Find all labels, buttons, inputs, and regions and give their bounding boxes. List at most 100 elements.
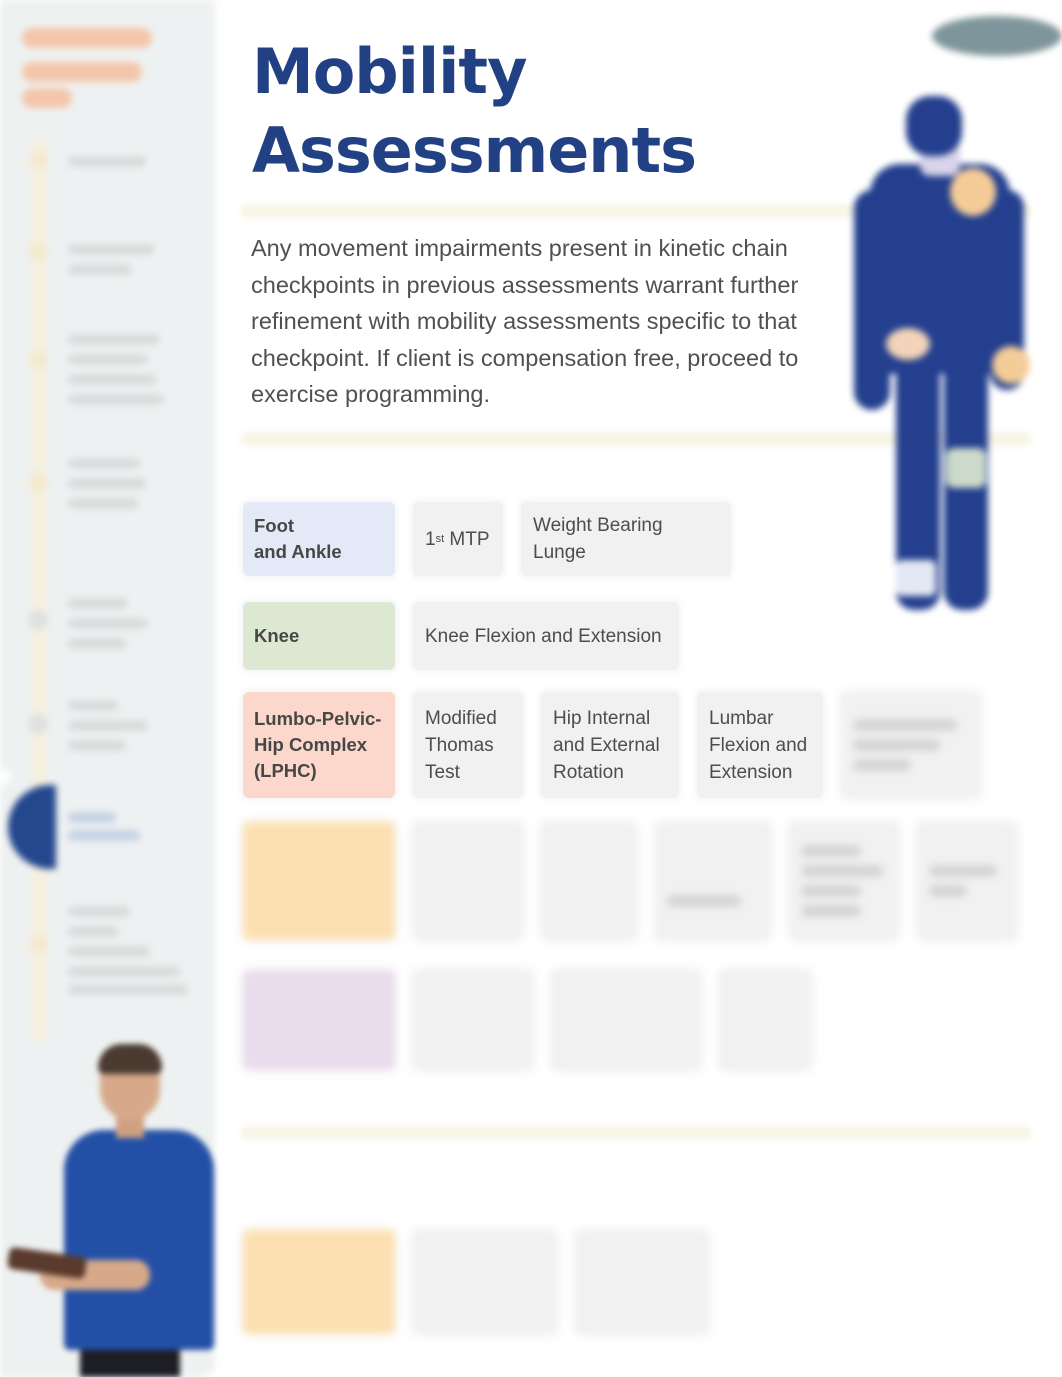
- assessment-row-foot-ankle: Foot and Ankle 1st MTP Weight Bearing Lu…: [243, 502, 731, 576]
- test-label: Test: [425, 761, 460, 783]
- nav-item-active-obscured: [68, 830, 140, 841]
- test-1st-mtp[interactable]: 1st MTP: [413, 502, 503, 576]
- nav-item-obscured: [68, 926, 118, 937]
- test-knee-flexion-extension[interactable]: Knee Flexion and Extension: [413, 602, 679, 670]
- figure-head: [906, 96, 962, 156]
- obscured-text: [853, 759, 911, 771]
- test-label: MTP: [444, 528, 490, 550]
- obscured-text: [929, 865, 998, 877]
- test-label: Extension: [709, 761, 793, 783]
- assessment-row-obscured: [243, 970, 811, 1070]
- obscured-text: [801, 865, 883, 877]
- intro-paragraph: Any movement impairments present in kine…: [251, 235, 799, 407]
- body-checkpoint-figure: [840, 0, 1062, 640]
- page-title: Mobility Assessments: [252, 32, 812, 190]
- test-label: Thomas: [425, 734, 494, 756]
- category-obscured: [243, 1230, 395, 1334]
- test-modified-thomas[interactable]: Modified Thomas Test: [413, 692, 523, 798]
- category-label: Hip Complex: [254, 734, 368, 755]
- test-obscured[interactable]: [917, 822, 1017, 940]
- test-hip-rotation[interactable]: Hip Internal and External Rotation: [541, 692, 679, 798]
- nav-step-dot: [28, 242, 48, 262]
- test-obscured[interactable]: [413, 822, 523, 940]
- nav-item-obscured[interactable]: [68, 156, 146, 167]
- assessment-row-obscured: [243, 822, 1017, 940]
- test-obscured[interactable]: [789, 822, 899, 940]
- checkpoint-knee-highlight: [946, 448, 986, 488]
- active-tab-notch: [0, 770, 10, 784]
- category-label: Knee: [254, 625, 300, 646]
- test-obscured[interactable]: [575, 1230, 709, 1334]
- obscured-text: [801, 845, 862, 857]
- section-divider: [240, 1126, 1032, 1140]
- nav-item-obscured: [68, 618, 148, 629]
- nav-step-dot: [28, 934, 48, 954]
- sidebar-title-obscured: [22, 28, 152, 48]
- test-label-superscript: st: [435, 532, 445, 545]
- obscured-text: [801, 905, 862, 917]
- checkpoint-shoulder-highlight: [950, 168, 996, 216]
- test-label: Knee Flexion and Extension: [425, 625, 662, 647]
- nav-item-obscured[interactable]: [68, 700, 118, 711]
- nav-item-obscured: [68, 720, 148, 731]
- title-line-1: Mobility: [252, 35, 527, 108]
- timeline-rail: [32, 140, 46, 1040]
- test-label: Hip Internal: [553, 707, 651, 729]
- category-label: and Ankle: [254, 541, 342, 562]
- category-obscured: [243, 822, 395, 940]
- nav-item-obscured: [68, 946, 150, 957]
- nav-step-dot: [28, 610, 48, 630]
- nav-item-active-obscured[interactable]: [68, 812, 116, 823]
- category-foot-ankle: Foot and Ankle: [243, 502, 395, 576]
- nav-item-obscured[interactable]: [68, 244, 154, 255]
- nav-item-obscured: [68, 984, 188, 995]
- test-obscured[interactable]: [413, 970, 533, 1070]
- test-obscured[interactable]: [551, 970, 701, 1070]
- nav-item-obscured[interactable]: [68, 598, 128, 609]
- obscured-text: [929, 885, 967, 897]
- obscured-text: [853, 739, 940, 751]
- test-label: Rotation: [553, 761, 624, 783]
- test-label: 1: [425, 528, 436, 550]
- test-obscured[interactable]: [655, 822, 771, 940]
- nav-item-obscured[interactable]: [68, 334, 160, 345]
- checkpoint-foot-highlight: [896, 560, 936, 596]
- logo-icon: [932, 16, 1062, 56]
- sidebar-title-obscured: [22, 62, 142, 82]
- nav-item-obscured: [68, 966, 180, 977]
- nav-item-obscured: [68, 740, 126, 751]
- test-obscured[interactable]: [541, 822, 637, 940]
- nav-item-obscured: [68, 498, 138, 509]
- assessment-row-obscured: [243, 1230, 709, 1334]
- nav-item-obscured: [68, 638, 126, 649]
- test-obscured[interactable]: [841, 692, 981, 798]
- nav-item-obscured[interactable]: [68, 458, 140, 469]
- nav-item-obscured[interactable]: [68, 906, 130, 917]
- checkpoint-hand-highlight: [992, 346, 1030, 384]
- test-lumbar-flexion-extension[interactable]: Lumbar Flexion and Extension: [697, 692, 823, 798]
- test-label: Lumbar: [709, 707, 774, 729]
- assessment-row-lphc: Lumbo-Pelvic- Hip Complex (LPHC) Modifie…: [243, 692, 981, 798]
- active-nav-indicator[interactable]: [8, 785, 56, 869]
- test-label: Weight Bearing Lunge: [533, 515, 663, 563]
- trainer-shirt: [64, 1130, 214, 1350]
- test-label: and External: [553, 734, 660, 756]
- category-knee: Knee: [243, 602, 395, 670]
- nav-item-obscured: [68, 354, 148, 365]
- test-weight-bearing-lunge[interactable]: Weight Bearing Lunge: [521, 502, 731, 576]
- category-label: Lumbo-Pelvic-: [254, 708, 382, 729]
- trainer-illustration: [0, 1030, 215, 1377]
- nav-step-dot: [28, 472, 48, 492]
- nav-item-obscured: [68, 374, 156, 385]
- category-lphc: Lumbo-Pelvic- Hip Complex (LPHC): [243, 692, 395, 798]
- test-label: Modified: [425, 707, 497, 729]
- category-obscured: [243, 970, 395, 1070]
- assessment-row-knee: Knee Knee Flexion and Extension: [243, 602, 679, 670]
- sidebar-title-obscured: [22, 88, 72, 108]
- obscured-text: [801, 885, 862, 897]
- trainer-hair: [98, 1044, 162, 1074]
- nav-step-dot: [28, 714, 48, 734]
- test-obscured[interactable]: [413, 1230, 557, 1334]
- test-obscured[interactable]: [719, 970, 811, 1070]
- nav-item-obscured: [68, 264, 132, 275]
